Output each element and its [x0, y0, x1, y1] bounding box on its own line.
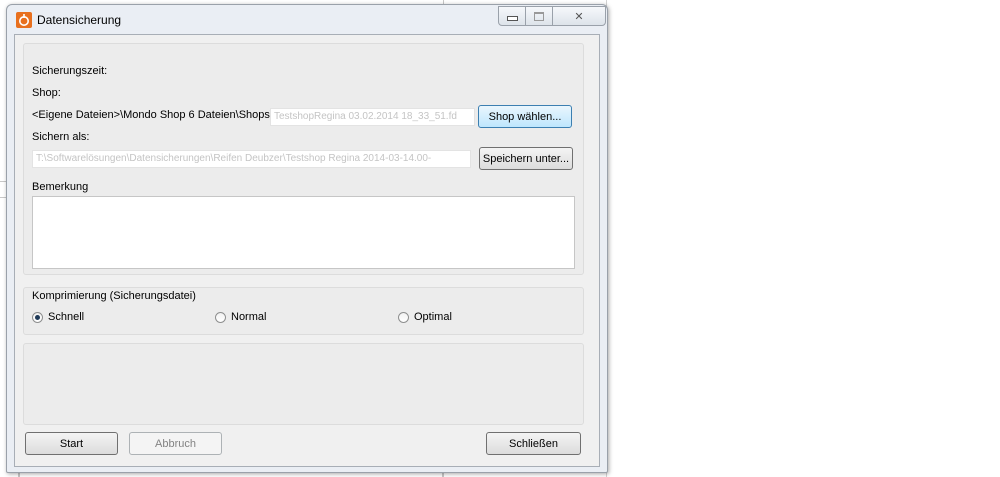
status-panel	[23, 343, 584, 425]
radio-normal[interactable]: Normal	[215, 311, 355, 325]
save-as-button[interactable]: Speichern unter...	[479, 147, 573, 170]
remark-label: Bemerkung	[32, 181, 89, 193]
backup-dialog: Datensicherung ✕ Sicherungszeit: Shop: <…	[6, 4, 608, 473]
window-title: Datensicherung	[37, 13, 122, 27]
app-icon	[16, 12, 32, 28]
title-bar[interactable]: Datensicherung ✕	[7, 5, 607, 35]
shop-path-name: TestshopRegina 03.02.2014 18_33_51.fd	[270, 108, 475, 126]
compression-label: Komprimierung (Sicherungsdatei)	[32, 290, 196, 302]
maximize-button[interactable]	[525, 6, 553, 26]
close-window-button[interactable]: ✕	[552, 6, 606, 26]
backup-settings-group: Sicherungszeit: Shop: <Eigene Dateien>\M…	[23, 43, 584, 275]
maximize-icon	[534, 11, 544, 21]
remark-textarea[interactable]	[32, 196, 575, 269]
minimize-icon	[506, 16, 518, 21]
radio-fast-label: Schnell	[48, 311, 85, 323]
close-icon: ✕	[574, 10, 584, 23]
save-as-label: Sichern als:	[32, 131, 90, 143]
radio-normal-label: Normal	[231, 311, 267, 323]
close-button[interactable]: Schließen	[486, 432, 581, 455]
radio-optimal[interactable]: Optimal	[398, 311, 538, 325]
start-button[interactable]: Start	[25, 432, 118, 455]
compression-group: Komprimierung (Sicherungsdatei) Schnell …	[23, 287, 584, 335]
shop-label: Shop:	[32, 87, 61, 99]
backup-time-label: Sicherungszeit:	[32, 65, 108, 77]
radio-fast-circle[interactable]	[32, 312, 43, 323]
choose-shop-button[interactable]: Shop wählen...	[478, 105, 572, 128]
shop-path-prefix: <Eigene Dateien>\Mondo Shop 6 Dateien\Sh…	[32, 109, 273, 121]
dialog-client-area: Sicherungszeit: Shop: <Eigene Dateien>\M…	[14, 34, 600, 467]
minimize-button[interactable]	[498, 6, 526, 26]
radio-normal-circle[interactable]	[215, 312, 226, 323]
save-as-field[interactable]: T:\Softwarelösungen\Datensicherungen\Rei…	[32, 150, 471, 168]
radio-optimal-circle[interactable]	[398, 312, 409, 323]
abort-button[interactable]: Abbruch	[129, 432, 222, 455]
radio-fast[interactable]: Schnell	[32, 311, 172, 325]
radio-optimal-label: Optimal	[414, 311, 452, 323]
